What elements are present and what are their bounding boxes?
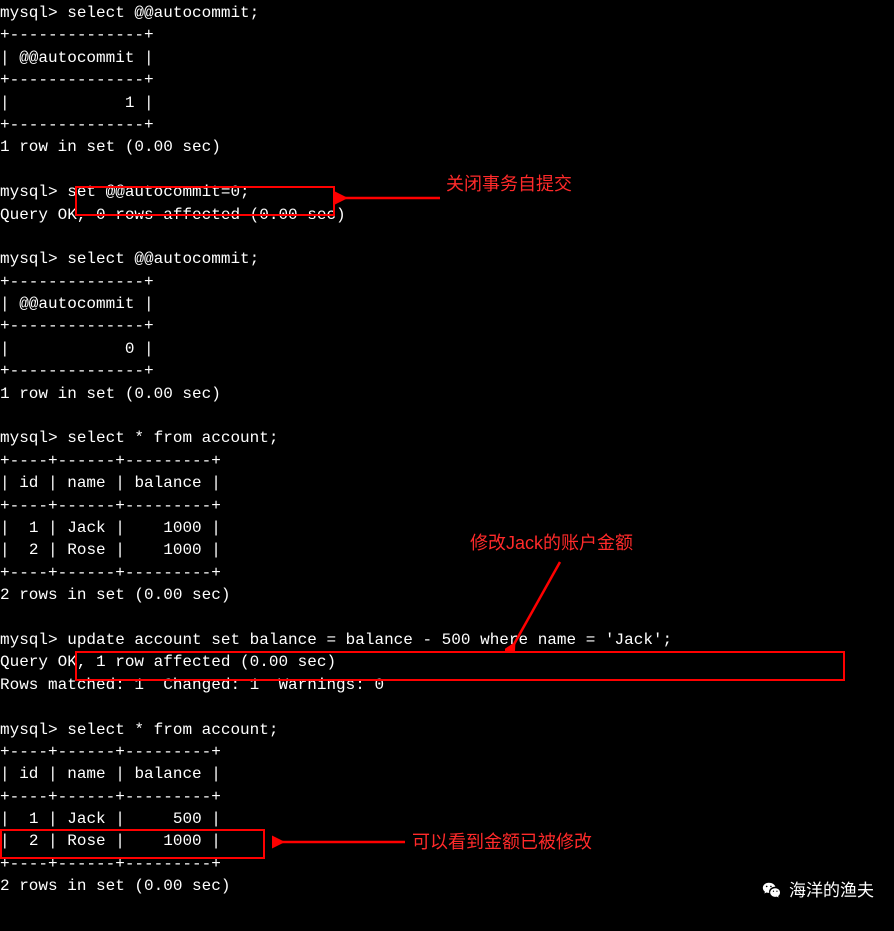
watermark-text: 海洋的渔夫 (789, 879, 874, 903)
sql-command: select * from account; (67, 721, 278, 739)
prompt: mysql> (0, 631, 58, 649)
prompt: mysql> (0, 4, 58, 22)
col-header: @@autocommit (19, 49, 134, 67)
cell-id: 1 (29, 519, 39, 537)
cell-value: 1 (125, 94, 135, 112)
result-summary: Query OK, 1 row affected (0.00 sec) (0, 653, 336, 671)
cell-balance: 500 (173, 810, 202, 828)
annotation-1: 关闭事务自提交 (446, 172, 572, 197)
watermark: 海洋的渔夫 (761, 879, 874, 903)
cell-balance: 1000 (163, 832, 201, 850)
result-summary: Rows matched: 1 Changed: 1 Warnings: 0 (0, 676, 384, 694)
col-header: id (19, 474, 38, 492)
col-header: name (67, 474, 105, 492)
cell-name: Jack (67, 810, 105, 828)
sql-command: select @@autocommit; (67, 250, 259, 268)
terminal-output: mysql> select @@autocommit; +-----------… (0, 0, 894, 898)
prompt: mysql> (0, 429, 58, 447)
cell-id: 2 (29, 832, 39, 850)
col-header: name (67, 765, 105, 783)
prompt: mysql> (0, 250, 58, 268)
col-header: balance (134, 474, 201, 492)
cell-id: 1 (29, 810, 39, 828)
col-header: id (19, 765, 38, 783)
result-summary: 2 rows in set (0.00 sec) (0, 586, 230, 604)
prompt: mysql> (0, 721, 58, 739)
annotation-2: 修改Jack的账户金额 (470, 531, 633, 556)
cell-name: Jack (67, 519, 105, 537)
sql-command: update account set balance = balance - 5… (67, 631, 672, 649)
wechat-icon (761, 880, 783, 902)
annotation-3: 可以看到金额已被修改 (412, 830, 592, 855)
cell-value: 0 (125, 340, 135, 358)
result-summary: Query OK, 0 rows affected (0.00 sec) (0, 206, 346, 224)
result-summary: 2 rows in set (0.00 sec) (0, 877, 230, 895)
prompt: mysql> (0, 183, 58, 201)
sql-command: set @@autocommit=0; (67, 183, 249, 201)
sql-command: select @@autocommit; (67, 4, 259, 22)
result-summary: 1 row in set (0.00 sec) (0, 138, 221, 156)
cell-balance: 1000 (163, 541, 201, 559)
col-header: balance (134, 765, 201, 783)
sql-command: select * from account; (67, 429, 278, 447)
result-summary: 1 row in set (0.00 sec) (0, 385, 221, 403)
col-header: @@autocommit (19, 295, 134, 313)
cell-balance: 1000 (163, 519, 201, 537)
cell-name: Rose (67, 832, 105, 850)
cell-id: 2 (29, 541, 39, 559)
cell-name: Rose (67, 541, 105, 559)
